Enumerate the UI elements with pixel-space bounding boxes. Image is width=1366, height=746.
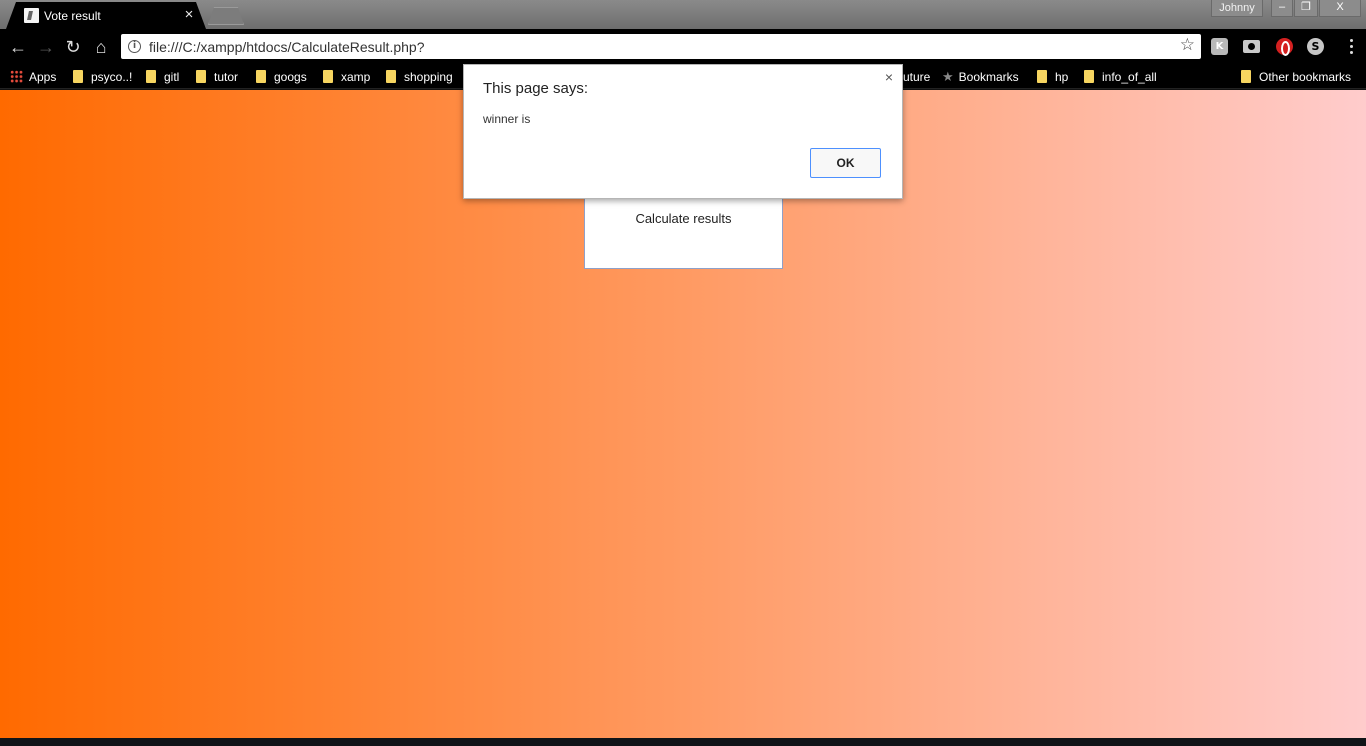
- folder-icon: [1241, 70, 1251, 83]
- url-text[interactable]: file:///C:/xampp/htdocs/CalculateResult.…: [149, 39, 424, 55]
- reload-icon[interactable]: ↻: [62, 36, 84, 58]
- bookmark-label: Other bookmarks: [1259, 70, 1352, 84]
- bookmark-apps[interactable]: Apps: [10, 68, 56, 86]
- bookmark-bookmarks[interactable]: ★ Bookmarks: [942, 68, 1019, 86]
- tab-title: Vote result: [44, 9, 101, 23]
- folder-icon: [256, 70, 266, 83]
- dialog-title: This page says:: [483, 80, 589, 97]
- k-extension-icon[interactable]: K: [1211, 38, 1228, 55]
- home-icon[interactable]: ⌂: [90, 36, 112, 58]
- bookmark-folder[interactable]: googs: [256, 68, 307, 86]
- dialog-message: winner is: [483, 112, 531, 126]
- new-tab-button[interactable]: [208, 7, 244, 25]
- bookmark-label: Apps: [29, 70, 57, 84]
- bookmark-folder[interactable]: info_of_all: [1084, 68, 1157, 86]
- apps-icon: [10, 70, 23, 83]
- minimize-button[interactable]: –: [1271, 0, 1293, 17]
- tab-close-icon[interactable]: ×: [182, 7, 196, 23]
- bookmark-label: psyco..!: [91, 70, 133, 84]
- calculate-panel: Calculate results: [584, 198, 783, 269]
- taskbar: [0, 738, 1366, 746]
- bookmark-label: info_of_all: [1102, 70, 1157, 84]
- bookmark-folder[interactable]: tutor: [196, 68, 238, 86]
- tab-vote-result[interactable]: Vote result ×: [6, 2, 206, 29]
- bookmark-folder[interactable]: shopping: [386, 68, 453, 86]
- bookmark-folder-partial[interactable]: uture: [903, 68, 930, 86]
- browser-window: Vote result × Johnny – ❐ X ← → ↻ ⌂ i fil…: [0, 0, 1366, 746]
- profile-button[interactable]: Johnny: [1211, 0, 1263, 17]
- ok-button[interactable]: OK: [810, 148, 881, 178]
- folder-icon: [146, 70, 156, 83]
- bookmark-folder[interactable]: psyco..!: [73, 68, 132, 86]
- bookmark-star-icon[interactable]: ☆: [1180, 35, 1195, 55]
- bookmark-folder[interactable]: xamp: [323, 68, 370, 86]
- folder-icon: [323, 70, 333, 83]
- camera-icon[interactable]: [1243, 40, 1260, 53]
- opera-icon[interactable]: [1276, 38, 1293, 56]
- bookmark-label: googs: [274, 70, 307, 84]
- restore-button[interactable]: ❐: [1294, 0, 1318, 17]
- title-bar: Vote result × Johnny – ❐ X: [0, 0, 1366, 29]
- toolbar: ← → ↻ ⌂ i file:///C:/xampp/htdocs/Calcul…: [0, 29, 1366, 64]
- alert-dialog: × This page says: winner is OK: [463, 64, 903, 199]
- bookmark-folder[interactable]: gitl: [146, 68, 179, 86]
- folder-icon: [1037, 70, 1047, 83]
- forward-icon[interactable]: →: [35, 36, 57, 58]
- skype-icon[interactable]: S: [1307, 38, 1324, 55]
- info-icon[interactable]: i: [128, 40, 141, 53]
- bookmark-label: uture: [903, 70, 931, 84]
- menu-icon[interactable]: [1343, 36, 1359, 58]
- folder-icon: [196, 70, 206, 83]
- bookmark-label: hp: [1055, 70, 1069, 84]
- calculate-results-button[interactable]: Calculate results: [585, 211, 782, 226]
- address-bar[interactable]: i file:///C:/xampp/htdocs/CalculateResul…: [121, 34, 1201, 59]
- folder-icon: [1084, 70, 1094, 83]
- bookmark-label: gitl: [164, 70, 180, 84]
- page-favicon-icon: [24, 8, 39, 23]
- back-icon[interactable]: ←: [7, 36, 29, 58]
- bookmark-label: shopping: [404, 70, 453, 84]
- folder-icon: [73, 70, 83, 83]
- bookmark-other[interactable]: Other bookmarks: [1241, 68, 1351, 86]
- close-icon[interactable]: ×: [885, 69, 893, 85]
- bookmark-label: Bookmarks: [958, 70, 1019, 84]
- folder-icon: [386, 70, 396, 83]
- bookmark-label: tutor: [214, 70, 239, 84]
- close-window-button[interactable]: X: [1319, 0, 1361, 17]
- star-icon: ★: [942, 69, 954, 84]
- bookmark-label: xamp: [341, 70, 371, 84]
- bookmark-folder[interactable]: hp: [1037, 68, 1068, 86]
